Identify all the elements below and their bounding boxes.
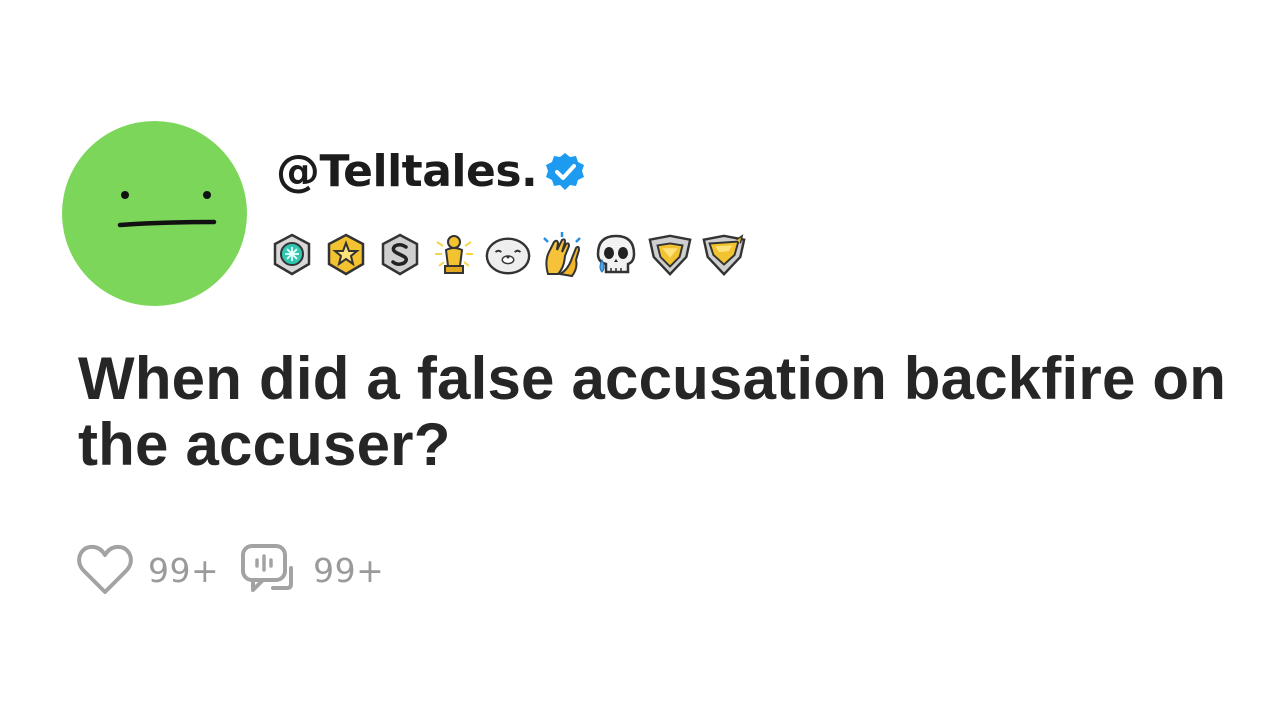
neutral-face-icon (62, 121, 247, 306)
post-question: When did a false accusation backfire on … (78, 345, 1227, 478)
gold-heart-shield-award-icon[interactable] (646, 229, 694, 281)
gold-wing-shield-award-icon[interactable] (700, 229, 748, 281)
username[interactable]: @Telltales. (276, 150, 538, 194)
silver-s-award-icon[interactable] (376, 229, 424, 281)
silver-gem-award-icon[interactable] (268, 229, 316, 281)
engagement-bar: 99+ 99+ (76, 540, 404, 600)
gold-trophy-award-icon[interactable] (430, 229, 478, 281)
seal-face-award-icon[interactable] (484, 229, 532, 281)
like-count: 99+ (148, 550, 220, 590)
comment-icon[interactable] (239, 542, 299, 598)
post-card: @Telltales. When did a false accusation … (0, 0, 1280, 720)
comment-count: 99+ (313, 550, 385, 590)
awards-row (268, 228, 754, 282)
author-row: @Telltales. (276, 140, 587, 204)
verified-badge-icon (543, 150, 587, 194)
clapping-hands-award-icon[interactable] (538, 229, 586, 281)
avatar[interactable] (62, 121, 247, 306)
heart-icon[interactable] (76, 543, 134, 597)
crying-skull-award-icon[interactable] (592, 229, 640, 281)
gold-star-award-icon[interactable] (322, 229, 370, 281)
